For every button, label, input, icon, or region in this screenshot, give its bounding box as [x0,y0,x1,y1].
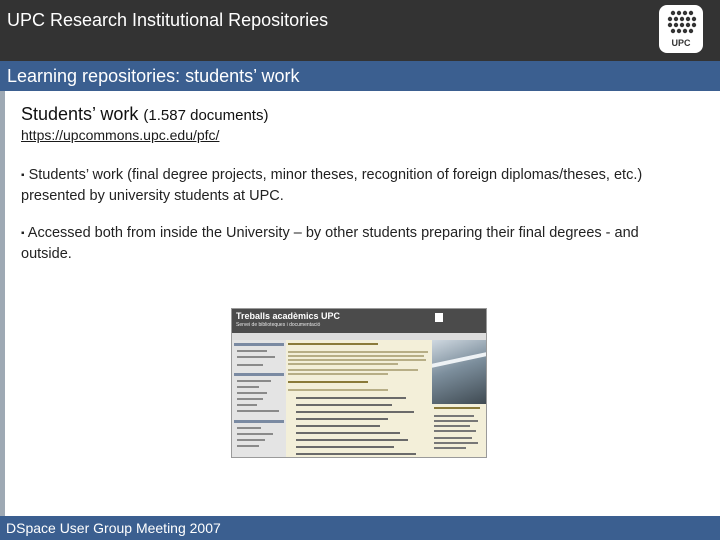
upc-logo-dots-icon [667,10,697,34]
main-line [288,363,398,365]
sidebar-line [237,356,275,358]
main-line [288,369,418,371]
right-column-line [434,430,476,432]
left-rule-divider [0,91,5,516]
main-link-line [296,453,416,455]
section-title: Learning repositories: students’ work [7,66,300,86]
top-bar: UPC Research Institutional Repositories … [0,0,720,61]
slide-heading: Students’ work (1.587 documents) [21,104,268,125]
upc-logo-text: UPC [671,38,691,48]
sidebar-line [237,380,271,382]
sidebar-line [237,439,265,441]
presentation-title: UPC Research Institutional Repositories [7,10,329,30]
sidebar-line [237,410,279,412]
sidebar-line [237,364,263,366]
sidebar-block [234,343,284,346]
main-line [288,355,424,357]
main-line [288,343,378,345]
sidebar-line [237,404,257,406]
bullet-icon: ▪ [21,228,25,239]
main-line [288,351,428,353]
photo-detail [432,352,486,368]
paragraph-text: Accessed both from inside the University… [21,225,639,262]
screenshot-title: Treballs acadèmics UPC [236,311,341,321]
sidebar-line [237,427,261,429]
main-line [288,373,388,375]
sidebar-line [237,445,259,447]
paragraph-text: Students’ work (final degree projects, m… [21,167,643,204]
screenshot-building-photo [432,340,486,404]
right-column-line [434,425,470,427]
sidebar-block [234,420,284,423]
right-column-line [434,437,472,439]
right-column-line [434,442,478,444]
screenshot-nav-strip [232,333,486,340]
main-link-line [296,446,394,448]
sidebar-line [237,398,263,400]
main-link-line [296,397,406,399]
main-link-line [296,411,414,413]
footer-bar: DSpace User Group Meeting 2007 [0,516,720,540]
main-link-line [296,432,400,434]
heading-count: (1.587 documents) [143,107,269,124]
repository-link[interactable]: https://upcommons.upc.edu/pfc/ [21,127,219,143]
main-line [288,389,388,391]
right-column-line [434,420,478,422]
right-column-line [434,407,480,409]
paragraph-students-work: ▪ Students’ work (final degree projects,… [21,165,686,206]
right-column-line [434,447,466,449]
main-link-line [296,425,380,427]
main-link-line [296,418,388,420]
screenshot-header: Treballs acadèmics UPC Servei de bibliot… [232,309,486,333]
main-line [288,359,426,361]
main-link-line [296,404,392,406]
sidebar-line [237,350,267,352]
heading-main: Students’ work [21,104,139,124]
paragraph-access: ▪ Accessed both from inside the Universi… [21,223,686,264]
sidebar-block [234,373,284,376]
right-column-line [434,415,474,417]
sidebar-line [237,386,259,388]
section-bar: Learning repositories: students’ work [0,61,720,91]
screenshot-subtitle: Servei de biblioteques i documentació [236,322,321,328]
screenshot-logo-icon [435,313,443,322]
bullet-icon: ▪ [21,170,25,181]
sidebar-line [237,392,267,394]
footer-text: DSpace User Group Meeting 2007 [6,520,221,536]
screenshot-sidebar [232,340,286,457]
main-link-line [296,439,408,441]
screenshot-main-content [288,343,430,455]
embedded-website-screenshot: Treballs acadèmics UPC Servei de bibliot… [231,308,487,458]
main-line [288,381,368,383]
sidebar-line [237,433,273,435]
screenshot-right-column [434,407,484,455]
upc-logo: UPC [659,5,703,53]
